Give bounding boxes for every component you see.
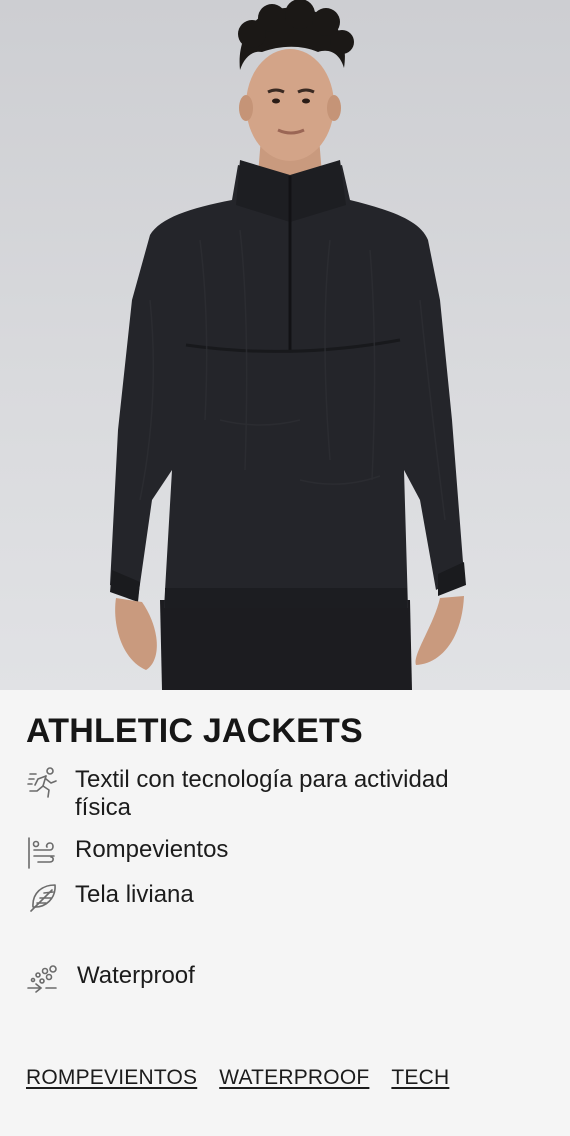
product-title: ATHLETIC JACKETS (26, 712, 363, 750)
feature-label: Rompevientos (75, 836, 229, 863)
feature-label: Textil con tecnología para actividad fís… (75, 766, 449, 821)
feature-item-windbreaker: Rompevientos (26, 836, 455, 870)
water-drops-icon (26, 962, 60, 996)
feature-item-waterproof: Waterproof (26, 962, 457, 996)
feature-label: Waterproof (77, 962, 195, 989)
tag-link-tech[interactable]: TECH (391, 1066, 449, 1090)
product-details: ATHLETIC JACKETS Textil con tecnología p… (0, 690, 570, 1136)
feature-label: Tela liviana (75, 881, 194, 908)
tag-link-rompevientos[interactable]: ROMPEVIENTOS (26, 1066, 197, 1090)
tag-link-waterproof[interactable]: WATERPROOF (219, 1066, 369, 1090)
running-person-icon (26, 766, 60, 800)
feather-icon (26, 881, 60, 915)
tag-list: ROMPEVIENTOS WATERPROOF TECH (26, 1066, 449, 1090)
feature-item-activity: Textil con tecnología para actividad fís… (26, 766, 455, 822)
wind-icon (26, 836, 60, 870)
product-image[interactable] (0, 0, 570, 690)
feature-item-lightweight: Tela liviana (26, 881, 455, 915)
